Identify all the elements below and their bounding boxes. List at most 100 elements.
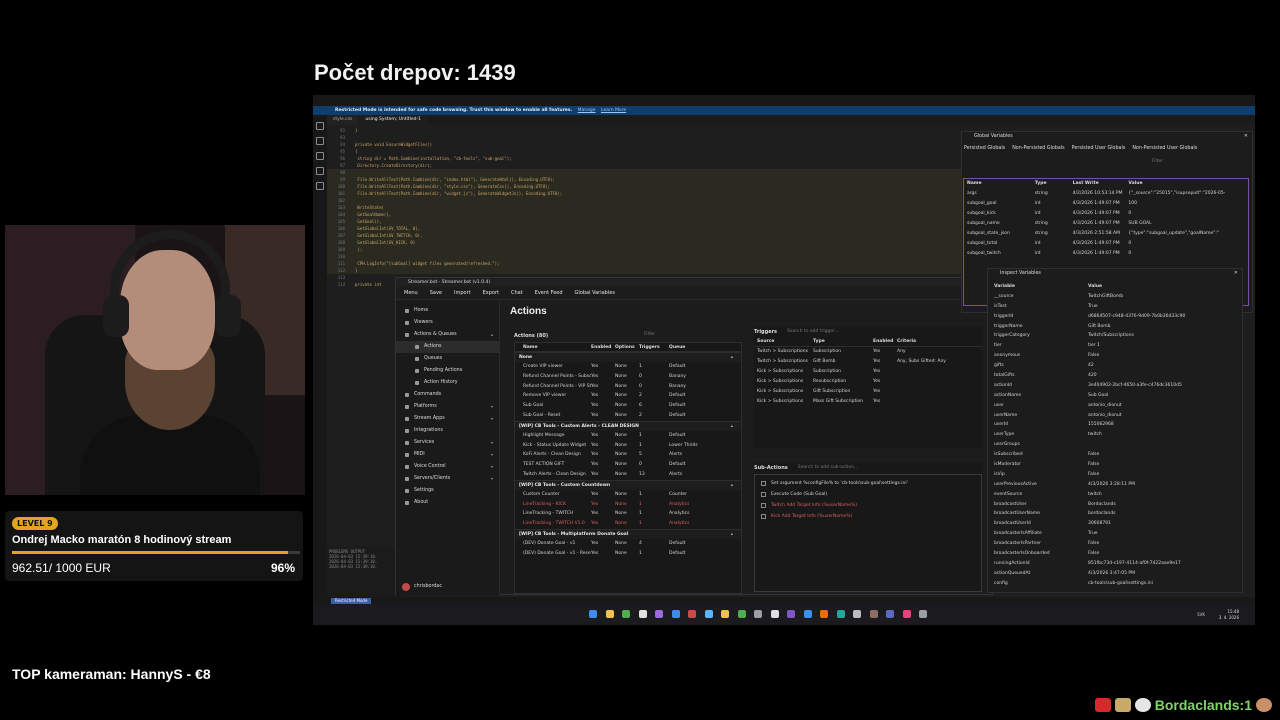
inspect-variable-row[interactable]: eventSource twitch bbox=[988, 490, 1242, 500]
sidebar-item[interactable]: Pending Actions bbox=[396, 365, 499, 377]
action-group-header[interactable]: [WIP] CB Tools - Multiplatform Donate Go… bbox=[515, 528, 741, 540]
column-header[interactable]: Name bbox=[967, 179, 1035, 189]
sidebar-item[interactable]: MIDI ▾ bbox=[396, 449, 499, 461]
sidebar-item[interactable]: Home bbox=[396, 305, 499, 317]
subaction-item[interactable]: Set argument %configFile% to 'cb-tools\s… bbox=[761, 478, 975, 489]
gv-tab[interactable]: Persisted User Globals bbox=[1072, 144, 1126, 154]
inspect-variable-row[interactable]: user antonio_dionut bbox=[988, 401, 1242, 411]
sidebar-item[interactable]: Queues bbox=[396, 353, 499, 365]
action-row[interactable]: Twitch Alerts - Clean Design Yes None 13 Ale… bbox=[515, 470, 741, 480]
action-group-header[interactable]: [WIP] CB Tools - Custom Countdown ▴ bbox=[515, 479, 741, 490]
column-header[interactable]: Enabled bbox=[873, 337, 897, 346]
taskbar-app-icon[interactable] bbox=[721, 610, 729, 618]
trigger-row[interactable]: Kick > Subscriptions Mass Gift Subscripti… bbox=[754, 397, 982, 407]
column-header[interactable]: Triggers bbox=[639, 343, 669, 351]
action-row[interactable]: LineTracking - TWITCH Yes None 1 Analytics bbox=[515, 509, 741, 519]
column-header[interactable]: Value bbox=[1128, 179, 1248, 189]
sidebar-item[interactable]: Action History bbox=[396, 377, 499, 389]
sidebar-item[interactable]: Voice Control ▾ bbox=[396, 461, 499, 473]
language-indicator[interactable]: SVK bbox=[1197, 612, 1205, 617]
column-header[interactable]: Type bbox=[813, 337, 873, 346]
chevron-icon[interactable]: ▾ bbox=[491, 413, 493, 425]
subaction-item[interactable]: Kick Add Target Info (%userName%) bbox=[761, 511, 975, 522]
chevron-icon[interactable]: ▾ bbox=[491, 461, 493, 473]
inspect-variable-row[interactable]: userName antonio_dionut bbox=[988, 411, 1242, 421]
column-header[interactable]: Variable bbox=[994, 282, 1088, 292]
taskbar-app-icon[interactable] bbox=[655, 610, 663, 618]
global-variable-row[interactable]: subgoal_state_json string 4/3/2026 2:51:58… bbox=[964, 229, 1248, 239]
inspect-variable-row[interactable]: broadcasterIsOnboarded False bbox=[988, 549, 1242, 559]
subactions-search-input[interactable]: Search to add sub-action... bbox=[798, 465, 859, 470]
global-variable-row[interactable]: subgoal_name string 4/3/2026 1:49:07 PM SUB… bbox=[964, 219, 1248, 229]
inspect-variable-row[interactable]: triggerId d6864507-c948-4376-9d09-7b0b364… bbox=[988, 312, 1242, 322]
inspect-variable-row[interactable]: triggerName Gift Bomb bbox=[988, 322, 1242, 332]
inspect-variable-row[interactable]: isSubscribed False bbox=[988, 450, 1242, 460]
taskbar-app-icon[interactable] bbox=[902, 610, 911, 618]
inspect-variable-row[interactable]: config cb-tools\sub-goal\settings.ini bbox=[988, 579, 1242, 589]
taskbar-app-icon[interactable] bbox=[638, 610, 647, 618]
user-profile[interactable]: chrisbordac bbox=[396, 581, 499, 593]
inspect-variable-row[interactable]: broadcasterIsPartner False bbox=[988, 539, 1242, 549]
global-variable-row[interactable]: subgoal_kick int 4/3/2026 1:49:07 PM 0 bbox=[964, 209, 1248, 219]
taskbar-app-icon[interactable] bbox=[622, 610, 630, 618]
trigger-row[interactable]: Kick > Subscriptions Subscription Yes bbox=[754, 367, 982, 377]
chevron-up-icon[interactable]: ▴ bbox=[731, 353, 733, 363]
triggers-search-input[interactable]: Search to add trigger... bbox=[787, 329, 839, 334]
menu-item[interactable]: Menu bbox=[404, 290, 418, 296]
inspect-variable-row[interactable]: userGroups bbox=[988, 440, 1242, 450]
action-row[interactable]: TEST ACTION GIFT Yes None 0 Default bbox=[515, 460, 741, 470]
inspect-variable-row[interactable]: broadcastUser Bordaclands bbox=[988, 500, 1242, 510]
inspect-variable-row[interactable]: runningActionId 851fbc73d-c197-4114-af0f-… bbox=[988, 559, 1242, 569]
taskbar-app-icon[interactable] bbox=[836, 610, 845, 618]
trigger-row[interactable]: Kick > Subscriptions Gift Subscription Yes bbox=[754, 387, 982, 397]
gv-tab[interactable]: Persisted Globals bbox=[964, 144, 1005, 154]
action-row[interactable]: Refund Channel Points - VIP St Yes None 0 Ba… bbox=[515, 382, 741, 392]
sidebar-item[interactable]: Actions bbox=[396, 341, 499, 353]
menu-item[interactable]: Save bbox=[430, 290, 442, 296]
column-header[interactable]: Type bbox=[1035, 179, 1073, 189]
source-control-icon[interactable] bbox=[316, 152, 324, 160]
inspect-variable-row[interactable]: isModerator False bbox=[988, 460, 1242, 470]
column-header[interactable]: Source bbox=[757, 337, 813, 346]
sidebar-item[interactable]: Actions & Queues ▴ bbox=[396, 329, 499, 341]
chevron-up-icon[interactable]: ▴ bbox=[731, 422, 733, 432]
inspect-variable-row[interactable]: triggerCategory Twitch/Subscriptions bbox=[988, 331, 1242, 341]
checkbox[interactable] bbox=[761, 481, 766, 486]
extensions-icon[interactable] bbox=[316, 182, 324, 190]
sidebar-item[interactable]: Platforms ▾ bbox=[396, 401, 499, 413]
inspect-variable-row[interactable]: anonymous False bbox=[988, 351, 1242, 361]
menu-item[interactable]: Event Feed bbox=[535, 290, 563, 296]
restricted-mode-status[interactable]: Restricted Mode bbox=[331, 598, 372, 604]
actions-filter-input[interactable]: Filter bbox=[634, 331, 655, 339]
taskbar-app-icon[interactable] bbox=[688, 610, 696, 618]
banner-learn-link[interactable]: Learn More bbox=[601, 108, 626, 113]
action-row[interactable]: Remove VIP viewer Yes None 2 Default bbox=[515, 391, 741, 401]
banner-manage-link[interactable]: Manage bbox=[578, 108, 596, 113]
run-debug-icon[interactable] bbox=[316, 167, 324, 175]
action-row[interactable]: Sub Goal - Reset Yes None 2 Default bbox=[515, 411, 741, 421]
column-header[interactable]: Criteria bbox=[897, 337, 977, 346]
inspect-variable-row[interactable]: broadcastUserName bordaclands bbox=[988, 509, 1242, 519]
inspect-variable-row[interactable]: userId 155062968 bbox=[988, 420, 1242, 430]
column-header[interactable]: Queue bbox=[669, 343, 719, 351]
action-row[interactable]: KoFi Alerts - Clean Design Yes None 5 Alerts bbox=[515, 450, 741, 460]
chevron-icon[interactable]: ▾ bbox=[491, 473, 493, 485]
subaction-item[interactable]: Execute Code (Sub Goal) bbox=[761, 489, 975, 500]
checkbox[interactable] bbox=[761, 514, 766, 519]
action-row[interactable]: LineTracking - KICK Yes None 1 Analytics bbox=[515, 500, 741, 510]
sidebar-item[interactable]: Viewers bbox=[396, 317, 499, 329]
taskbar-app-icon[interactable] bbox=[770, 610, 779, 618]
chevron-up-icon[interactable]: ▴ bbox=[731, 530, 733, 540]
inspect-variable-row[interactable]: __source TwitchGiftBomb bbox=[988, 292, 1242, 302]
menu-item[interactable]: Chat bbox=[511, 290, 523, 296]
taskbar-app-icon[interactable] bbox=[869, 610, 878, 618]
taskbar-app-icon[interactable] bbox=[803, 610, 812, 618]
sidebar-item[interactable]: Integrations bbox=[396, 425, 499, 437]
inspect-variable-row[interactable]: totalGifts 420 bbox=[988, 371, 1242, 381]
search-icon[interactable] bbox=[316, 137, 324, 145]
action-row[interactable]: LineTracking - TWITCH V1.0 Yes None 1 Analyt… bbox=[515, 519, 741, 529]
taskbar-app-icon[interactable] bbox=[886, 610, 894, 618]
taskbar-app-icon[interactable] bbox=[787, 610, 795, 618]
sidebar-item[interactable]: Services ▾ bbox=[396, 437, 499, 449]
inspect-variable-row[interactable]: userPreviousActive 4/3/2026 3:28:11 PM bbox=[988, 480, 1242, 490]
